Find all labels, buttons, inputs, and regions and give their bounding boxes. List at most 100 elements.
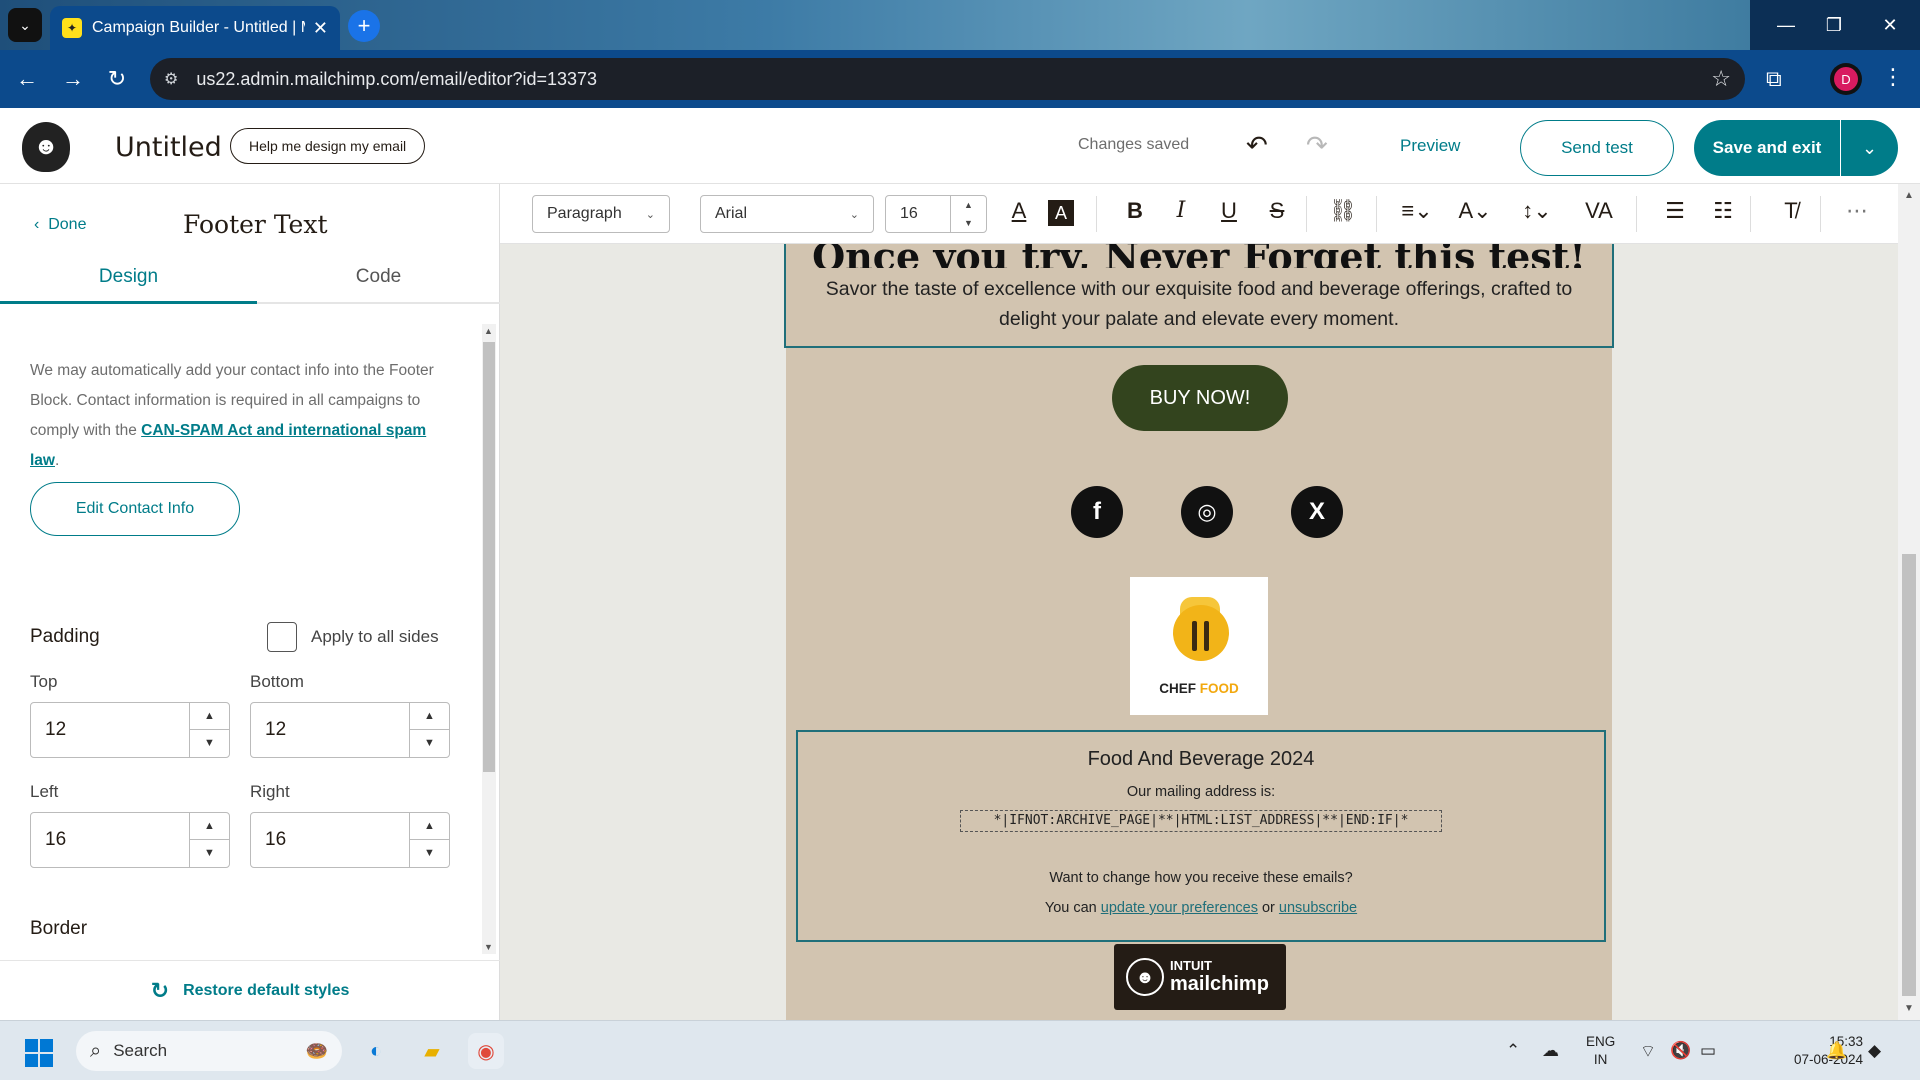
save-status: Changes saved	[1078, 136, 1190, 153]
battery-icon[interactable]: ▭	[1700, 1041, 1716, 1061]
file-explorer-icon[interactable]: ▰	[414, 1033, 450, 1069]
padding-top-stepper[interactable]: ▲ ▼	[189, 703, 229, 757]
notification-bell-icon[interactable]: 🔔	[1826, 1041, 1847, 1061]
line-height-icon[interactable]: ↕⌄	[1512, 198, 1562, 224]
input-language[interactable]: ENG IN	[1586, 1033, 1615, 1069]
facebook-icon[interactable]: f	[1071, 486, 1123, 538]
instagram-icon[interactable]: ◎	[1181, 486, 1233, 538]
close-window-icon[interactable]: ✕	[1862, 0, 1918, 50]
bookmark-star-icon[interactable]: ☆	[1711, 66, 1731, 92]
panel-scroll-thumb[interactable]	[483, 342, 495, 772]
strikethrough-icon[interactable]: S	[1260, 198, 1294, 224]
restore-window-icon[interactable]: ❐	[1806, 0, 1862, 50]
windows-start-icon[interactable]	[25, 1039, 53, 1067]
unsubscribe-link[interactable]: unsubscribe	[1279, 900, 1357, 916]
reload-icon[interactable]: ↻	[102, 64, 132, 94]
undo-icon[interactable]: ↶	[1246, 130, 1268, 161]
align-icon[interactable]: ≡⌄	[1392, 198, 1442, 224]
volume-muted-icon[interactable]: 🔇	[1670, 1041, 1691, 1061]
copilot-icon[interactable]: ◆	[1868, 1041, 1881, 1061]
text-style-icon[interactable]: A⌄	[1450, 198, 1500, 224]
apply-all-sides-checkbox[interactable]: Apply to all sides	[267, 622, 439, 652]
font-size-stepper[interactable]: ▲ ▼	[950, 196, 986, 232]
address-bar[interactable]: ⚙ us22.admin.mailchimp.com/email/editor?…	[150, 58, 1745, 100]
tab-design[interactable]: Design	[0, 266, 257, 288]
padding-heading: Padding	[30, 626, 100, 647]
more-icon[interactable]: ⋯	[1840, 198, 1874, 224]
hero-text-block[interactable]: Once you try, Never Forget this test! Sa…	[784, 234, 1614, 348]
new-tab-button[interactable]: +	[348, 10, 380, 42]
panel-scrollbar[interactable]: ▲ ▼	[482, 324, 496, 954]
padding-left-label: Left	[30, 782, 59, 801]
wifi-icon[interactable]: ⌔	[1640, 1041, 1656, 1062]
contact-info-note: We may automatically add your contact in…	[30, 362, 434, 469]
numbered-list-icon[interactable]: ☷	[1706, 198, 1740, 224]
editor-scroll-thumb[interactable]	[1902, 554, 1916, 996]
bullet-list-icon[interactable]: ☰	[1658, 198, 1692, 224]
update-preferences-link[interactable]: update your preferences	[1101, 900, 1258, 916]
close-tab-icon[interactable]: ✕	[313, 18, 328, 39]
text-color-icon[interactable]: A	[1002, 198, 1036, 224]
mailchimp-logo-icon[interactable]: ☻	[22, 122, 70, 172]
mailchimp-badge-icon: ☻	[1126, 958, 1164, 996]
tray-overflow-icon[interactable]: ⌃	[1506, 1041, 1520, 1061]
extensions-icon[interactable]: ⧉	[1766, 66, 1782, 92]
campaign-title[interactable]: Untitled	[115, 132, 222, 163]
footer-text-block[interactable]: Food And Beverage 2024 Our mailing addre…	[796, 730, 1606, 942]
editor-scrollbar[interactable]: ▲ ▼	[1898, 184, 1920, 1020]
buy-now-button[interactable]: BUY NOW!	[1112, 365, 1288, 431]
padding-bottom-input[interactable]: 12 ▲ ▼	[250, 702, 450, 758]
bold-icon[interactable]: B	[1118, 198, 1152, 224]
clear-format-icon[interactable]: T̸	[1774, 198, 1808, 224]
underline-icon[interactable]: U	[1212, 198, 1246, 224]
link-icon[interactable]: ⛓	[1326, 198, 1360, 224]
restore-default-styles-button[interactable]: ↻ Restore default styles	[0, 960, 500, 1020]
padding-right-input[interactable]: 16 ▲ ▼	[250, 812, 450, 868]
padding-right-stepper[interactable]: ▲ ▼	[409, 813, 449, 867]
edge-icon[interactable]: ◐	[358, 1033, 394, 1069]
italic-icon[interactable]: I	[1164, 198, 1198, 223]
back-icon[interactable]: ←	[12, 64, 42, 94]
edit-contact-info-button[interactable]: Edit Contact Info	[30, 482, 240, 536]
browser-menu-icon[interactable]: ⋮	[1882, 64, 1904, 90]
onedrive-icon[interactable]: ☁	[1542, 1041, 1559, 1061]
scroll-down-icon[interactable]: ▼	[1904, 1003, 1914, 1014]
redo-icon[interactable]: ↷	[1306, 130, 1328, 161]
scroll-up-icon[interactable]: ▲	[1904, 190, 1914, 201]
scroll-down-icon[interactable]: ▼	[484, 942, 493, 952]
intuit-mailchimp-badge[interactable]: ☻ INTUIT mailchimp	[1114, 944, 1286, 1010]
chrome-icon[interactable]: ◉	[468, 1033, 504, 1069]
list-address-merge-tag[interactable]: *|IFNOT:ARCHIVE_PAGE|**|HTML:LIST_ADDRES…	[960, 810, 1442, 832]
font-size-input[interactable]: 16 ▲ ▼	[885, 195, 987, 233]
font-family-select[interactable]: Arial ⌄	[700, 195, 874, 233]
padding-bottom-stepper[interactable]: ▲ ▼	[409, 703, 449, 757]
padding-left-stepper[interactable]: ▲ ▼	[189, 813, 229, 867]
save-and-exit-button[interactable]: Save and exit	[1694, 120, 1840, 176]
tab-search-button[interactable]: ⌄	[8, 8, 42, 42]
chef-food-logo[interactable]: CHEF FOOD	[1130, 577, 1268, 715]
site-info-icon[interactable]: ⚙	[164, 69, 178, 89]
windows-taskbar: ⌕ Search 🍩 ◐ ▰ ◉ ⌃ ☁ ENG IN ⌔ 🔇 ▭ 15:33 07…	[0, 1020, 1920, 1080]
padding-right-label: Right	[250, 782, 290, 801]
url-text: us22.admin.mailchimp.com/email/editor?id…	[196, 68, 598, 89]
scroll-up-icon[interactable]: ▲	[484, 326, 493, 336]
tab-code[interactable]: Code	[250, 266, 507, 288]
done-button[interactable]: ‹ Done	[34, 216, 86, 234]
padding-left-input[interactable]: 16 ▲ ▼	[30, 812, 230, 868]
save-options-chevron-icon[interactable]: ⌄	[1841, 120, 1898, 176]
x-icon[interactable]: X	[1291, 486, 1343, 538]
send-test-button[interactable]: Send test	[1520, 120, 1674, 176]
hero-body[interactable]: Savor the taste of excellence with our e…	[816, 274, 1582, 334]
checkbox-box[interactable]	[267, 622, 297, 652]
block-type-select[interactable]: Paragraph ⌄	[532, 195, 670, 233]
padding-top-input[interactable]: 12 ▲ ▼	[30, 702, 230, 758]
taskbar-search[interactable]: ⌕ Search 🍩	[76, 1031, 342, 1071]
forward-icon[interactable]: →	[58, 64, 88, 94]
preview-button[interactable]: Preview	[1400, 136, 1460, 156]
browser-tab-active[interactable]: ✦ Campaign Builder - Untitled | M ✕	[50, 6, 340, 50]
letter-spacing-icon[interactable]: VA	[1574, 198, 1624, 224]
highlight-icon[interactable]: A	[1048, 200, 1074, 226]
profile-avatar[interactable]: D	[1830, 63, 1862, 95]
footer-title[interactable]: Food And Beverage 2024	[798, 748, 1604, 771]
help-design-button[interactable]: Help me design my email	[230, 128, 426, 164]
